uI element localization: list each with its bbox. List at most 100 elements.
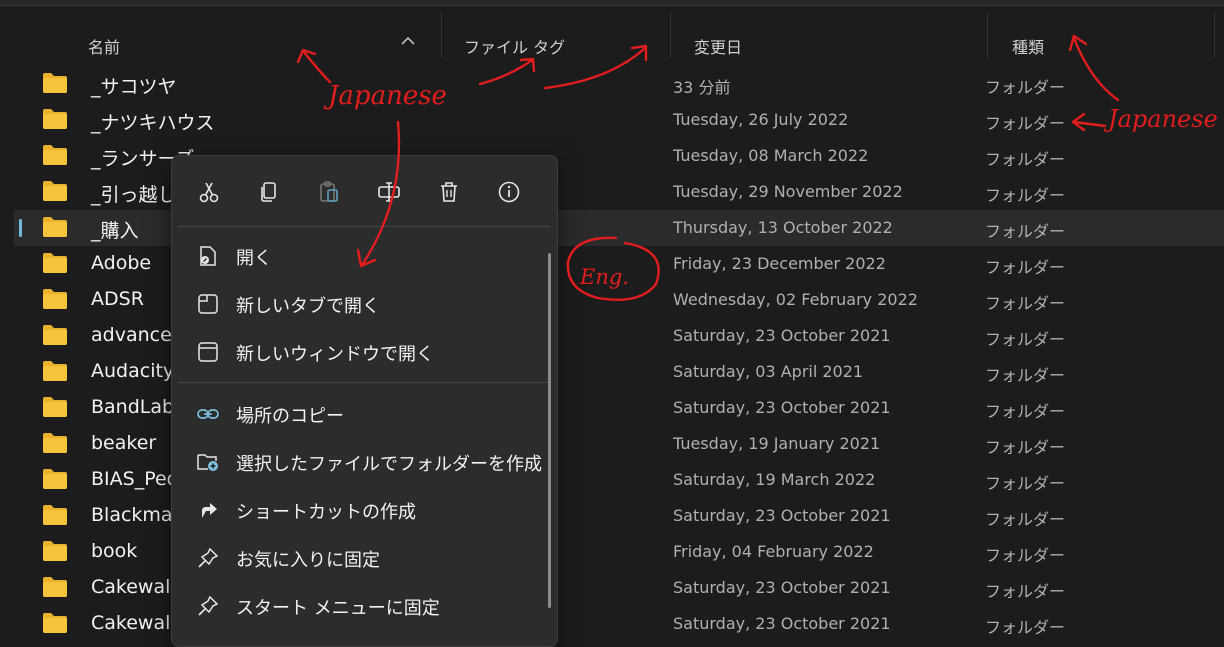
folder-icon	[43, 397, 67, 417]
column-divider[interactable]	[670, 12, 671, 58]
modified-date: Saturday, 23 October 2021	[673, 398, 891, 417]
menu-item-create-folder-with-selection[interactable]: 選択したファイルでフォルダーを作成	[190, 442, 542, 482]
file-type: フォルダー	[985, 78, 1066, 97]
menu-item-open-new-tab[interactable]: 新しいタブで開く	[190, 284, 520, 324]
menu-item-open[interactable]: 開く	[190, 236, 520, 276]
shortcut-icon	[202, 503, 217, 518]
new-tab-icon	[198, 294, 218, 314]
file-name: advanced	[91, 324, 184, 346]
menu-scrollbar[interactable]	[548, 253, 551, 608]
new-window-icon	[198, 342, 218, 362]
cut-icon[interactable]	[195, 178, 223, 206]
folder-icon	[43, 613, 67, 633]
menu-item-copy-path[interactable]: 場所のコピー	[190, 394, 520, 434]
file-type: フォルダー	[985, 186, 1066, 205]
modified-date: Saturday, 23 October 2021	[673, 506, 891, 525]
file-type: フォルダー	[985, 474, 1066, 493]
menu-item-label: ショートカットの作成	[236, 502, 416, 523]
modified-date: Wednesday, 02 February 2022	[673, 290, 918, 309]
file-type: フォルダー	[985, 222, 1066, 241]
column-header-type[interactable]: 種類	[1012, 34, 1044, 58]
modified-date: Saturday, 03 April 2021	[673, 362, 864, 381]
folder-icon	[43, 325, 67, 345]
link-icon	[197, 409, 219, 419]
menu-item-label: 新しいウィンドウで開く	[236, 344, 434, 365]
column-divider[interactable]	[1214, 12, 1215, 58]
menu-item-open-new-window[interactable]: 新しいウィンドウで開く	[190, 332, 520, 372]
file-type: フォルダー	[985, 546, 1066, 565]
folder-icon	[43, 145, 67, 165]
modified-date: Saturday, 23 October 2021	[673, 614, 891, 633]
column-header-bar: 名前 ファイル タグ 変更日 種類	[0, 6, 1224, 64]
modified-date: Friday, 23 December 2022	[673, 254, 886, 273]
modified-date: Tuesday, 08 March 2022	[673, 146, 869, 165]
folder-icon	[43, 217, 67, 237]
folder-icon	[43, 361, 67, 381]
file-type: フォルダー	[985, 366, 1066, 385]
column-divider[interactable]	[987, 12, 988, 58]
sort-ascending-icon[interactable]	[401, 36, 415, 46]
table-row[interactable]: _ナツキハウス Tuesday, 26 July 2022 フォルダー	[14, 102, 1224, 138]
modified-date: 33 分前	[673, 78, 731, 97]
context-menu: 開く 新しいタブで開く 新しいウィンドウで開く 場所のコピー 選択したファイルで…	[171, 155, 558, 647]
folder-icon	[43, 253, 67, 273]
file-type: フォルダー	[985, 510, 1066, 529]
file-name: ADSR	[91, 288, 144, 310]
modified-date: Thursday, 13 October 2022	[673, 218, 893, 237]
file-name: Audacity	[91, 360, 175, 382]
file-name: Cakewall	[91, 576, 176, 598]
menu-divider	[178, 226, 550, 227]
file-name: book	[91, 540, 138, 562]
column-header-tags[interactable]: ファイル タグ	[464, 34, 565, 58]
file-name: _ナツキハウス	[91, 112, 215, 134]
folder-icon	[43, 289, 67, 309]
file-type: フォルダー	[985, 618, 1066, 637]
folder-icon	[43, 73, 67, 93]
file-name: Cakewall	[91, 612, 176, 634]
modified-date: Saturday, 19 March 2022	[673, 470, 876, 489]
modified-date: Tuesday, 19 January 2021	[673, 434, 881, 453]
menu-item-label: 場所のコピー	[236, 406, 344, 427]
menu-item-label: 選択したファイルでフォルダーを作成	[236, 454, 542, 475]
column-header-name[interactable]: 名前	[88, 34, 120, 58]
folder-icon	[43, 505, 67, 525]
delete-icon[interactable]	[435, 178, 463, 206]
file-type: フォルダー	[985, 402, 1066, 421]
pin-icon	[198, 595, 219, 616]
folder-icon	[43, 181, 67, 201]
folder-icon	[43, 541, 67, 561]
menu-divider	[178, 382, 550, 383]
table-row[interactable]: _サコツヤ 33 分前 フォルダー	[14, 66, 1224, 102]
column-header-modified[interactable]: 変更日	[694, 34, 742, 58]
file-name: BIAS_Ped	[91, 468, 179, 490]
file-name: beaker	[91, 432, 157, 454]
file-name: BandLab	[91, 396, 175, 418]
column-divider[interactable]	[441, 12, 442, 58]
file-type: フォルダー	[985, 294, 1066, 313]
file-name: _サコツヤ	[91, 76, 177, 98]
file-name: Adobe	[91, 252, 152, 274]
menu-item-pin-start[interactable]: スタート メニューに固定	[190, 586, 520, 626]
modified-date: Tuesday, 26 July 2022	[673, 110, 849, 129]
file-type: フォルダー	[985, 258, 1066, 277]
folder-icon	[43, 469, 67, 489]
modified-date: Tuesday, 29 November 2022	[673, 182, 903, 201]
menu-item-create-shortcut[interactable]: ショートカットの作成	[190, 490, 520, 530]
menu-item-pin-favorites[interactable]: お気に入りに固定	[190, 538, 520, 578]
file-name: _購入	[91, 220, 139, 242]
modified-date: Saturday, 23 October 2021	[673, 326, 891, 345]
open-icon	[200, 246, 216, 266]
modified-date: Saturday, 23 October 2021	[673, 578, 891, 597]
menu-item-label: スタート メニューに固定	[236, 598, 440, 619]
menu-item-label: 新しいタブで開く	[236, 296, 380, 317]
file-type: フォルダー	[985, 330, 1066, 349]
rename-icon[interactable]	[375, 178, 403, 206]
folder-icon	[43, 577, 67, 597]
file-type: フォルダー	[985, 438, 1066, 457]
file-type: フォルダー	[985, 582, 1066, 601]
paste-icon[interactable]	[315, 178, 343, 206]
copy-icon[interactable]	[255, 178, 283, 206]
modified-date: Friday, 04 February 2022	[673, 542, 874, 561]
info-icon[interactable]	[495, 178, 523, 206]
folder-icon	[43, 433, 67, 453]
